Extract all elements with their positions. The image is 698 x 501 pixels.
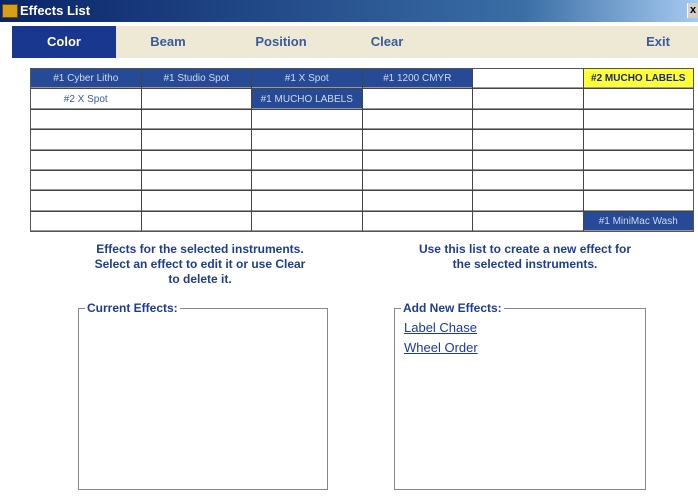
instrument-cell[interactable]: #1 MUCHO LABELS xyxy=(252,89,362,109)
close-button[interactable]: x xyxy=(687,3,698,18)
instrument-cell[interactable] xyxy=(31,109,141,130)
instrument-cell[interactable] xyxy=(473,211,583,231)
instrument-cell[interactable] xyxy=(362,191,472,211)
instrument-cell[interactable] xyxy=(362,211,472,231)
instrument-cell[interactable]: #1 1200 CMYR xyxy=(362,69,472,89)
instrument-cell[interactable] xyxy=(473,89,583,109)
instrument-cell[interactable] xyxy=(31,130,141,150)
instrument-cell[interactable] xyxy=(362,89,472,109)
tab-exit[interactable]: Exit xyxy=(628,26,688,58)
instrument-cell[interactable] xyxy=(362,109,472,130)
instrument-cell[interactable] xyxy=(362,170,472,191)
instrument-cell[interactable] xyxy=(252,211,362,231)
instrument-cell[interactable]: #1 X Spot xyxy=(252,69,362,89)
effect-link-label-chase[interactable]: Label Chase xyxy=(404,320,477,335)
instrument-cell[interactable] xyxy=(583,89,693,109)
instrument-cell[interactable] xyxy=(362,150,472,170)
instrument-cell[interactable] xyxy=(473,150,583,170)
instrument-cell[interactable] xyxy=(362,130,472,150)
current-effects-label: Current Effects: xyxy=(85,301,180,315)
instrument-cell[interactable] xyxy=(31,191,141,211)
instrument-cell[interactable] xyxy=(473,170,583,191)
app-icon xyxy=(2,4,18,18)
tab-clear[interactable]: Clear xyxy=(350,26,424,58)
instrument-cell[interactable] xyxy=(141,150,251,170)
instrument-cell[interactable] xyxy=(473,191,583,211)
add-effects-label: Add New Effects: xyxy=(401,301,504,315)
instrument-cell[interactable] xyxy=(583,191,693,211)
effect-link-wheel-order[interactable]: Wheel Order xyxy=(404,340,478,355)
title-bar: Effects List x xyxy=(0,0,698,22)
window-title: Effects List xyxy=(20,3,91,18)
instrument-cell[interactable] xyxy=(583,130,693,150)
instrument-cell[interactable]: #1 Studio Spot xyxy=(141,69,251,89)
instruction-line: Effects for the selected instruments. xyxy=(96,242,304,256)
instrument-cell[interactable]: #1 Cyber Litho xyxy=(31,69,141,89)
instrument-cell[interactable] xyxy=(141,170,251,191)
instrument-cell[interactable]: #1 MiniMac Wash xyxy=(583,211,693,231)
instrument-cell[interactable]: #2 X Spot xyxy=(31,89,141,109)
instrument-cell[interactable] xyxy=(141,109,251,130)
add-effects-box: Add New Effects: xyxy=(394,301,646,490)
instrument-cell[interactable] xyxy=(473,109,583,130)
instruction-line: to delete it. xyxy=(168,272,232,286)
left-instructions: Effects for the selected instruments. Se… xyxy=(70,242,330,287)
instrument-cell[interactable] xyxy=(252,170,362,191)
instrument-cell[interactable] xyxy=(473,69,583,89)
tab-position[interactable]: Position xyxy=(226,26,336,58)
instrument-cell[interactable] xyxy=(252,109,362,130)
instrument-cell[interactable] xyxy=(31,211,141,231)
instrument-cell[interactable] xyxy=(583,170,693,191)
instrument-cell[interactable] xyxy=(583,109,693,130)
instrument-cell[interactable] xyxy=(473,130,583,150)
instrument-cell[interactable] xyxy=(31,170,141,191)
instrument-cell[interactable] xyxy=(141,211,251,231)
tab-color[interactable]: Color xyxy=(12,26,116,58)
instrument-cell[interactable] xyxy=(583,150,693,170)
instrument-cell[interactable] xyxy=(141,191,251,211)
instruction-line: Use this list to create a new effect for xyxy=(418,242,632,256)
instrument-cell[interactable] xyxy=(252,150,362,170)
instrument-cell[interactable] xyxy=(31,150,141,170)
right-instructions: Use this list to create a new effect for… xyxy=(385,242,665,272)
instrument-cell[interactable] xyxy=(141,89,251,109)
instruction-line: the selected instruments. xyxy=(452,257,598,271)
instrument-cell[interactable] xyxy=(252,130,362,150)
instrument-cell-selected[interactable]: #2 MUCHO LABELS xyxy=(583,69,693,89)
instrument-grid: #1 Cyber Litho #1 Studio Spot #1 X Spot … xyxy=(30,68,694,232)
instrument-cell[interactable] xyxy=(252,191,362,211)
instrument-cell[interactable] xyxy=(141,130,251,150)
current-effects-box[interactable]: Current Effects: xyxy=(78,301,328,490)
instruction-line: Select an effect to edit it or use Clear xyxy=(94,257,306,271)
menu-bar: Color Beam Position Clear Exit xyxy=(12,26,698,58)
tab-beam[interactable]: Beam xyxy=(122,26,214,58)
